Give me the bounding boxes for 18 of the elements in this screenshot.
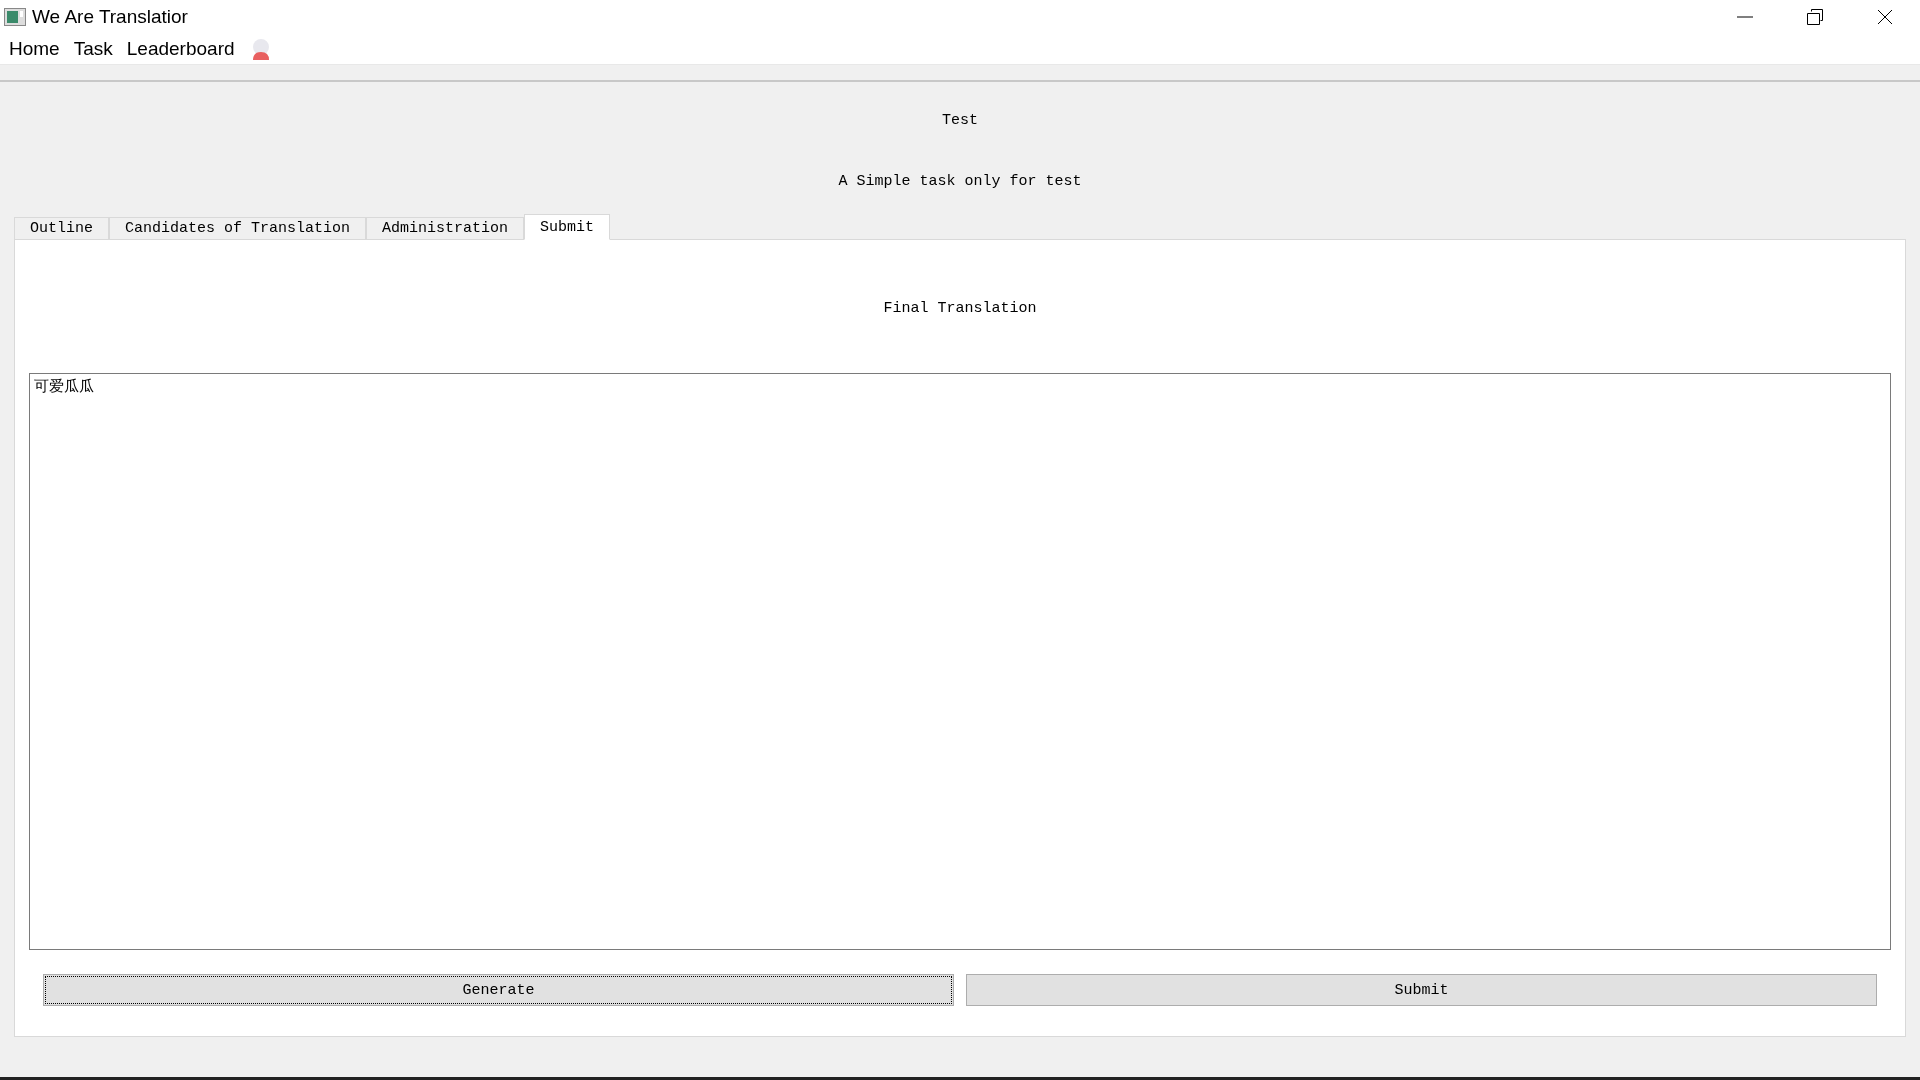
tab[interactable]: Candidates of Translation xyxy=(109,217,367,240)
section-heading: Final Translation xyxy=(882,300,1038,317)
tab[interactable]: Administration xyxy=(366,217,525,240)
task-description: A Simple task only for test xyxy=(837,173,1083,190)
menu-item[interactable]: Home xyxy=(2,38,67,60)
translation-field[interactable]: 可爱瓜瓜 xyxy=(29,373,1891,950)
submit-button[interactable]: Submit xyxy=(966,974,1877,1006)
menu-item[interactable]: Leaderboard xyxy=(119,38,242,60)
task-title: Test xyxy=(941,112,979,129)
window-title: We Are Translatior xyxy=(32,6,189,28)
menu-item[interactable]: Task xyxy=(66,38,120,60)
generate-button[interactable]: Generate xyxy=(43,974,954,1006)
close-icon xyxy=(1877,9,1893,25)
minimize-icon xyxy=(1737,16,1753,18)
restore-icon xyxy=(1807,9,1823,25)
tab[interactable]: Outline xyxy=(14,217,109,240)
tab[interactable]: Submit xyxy=(524,214,611,240)
app-icon xyxy=(4,8,26,26)
